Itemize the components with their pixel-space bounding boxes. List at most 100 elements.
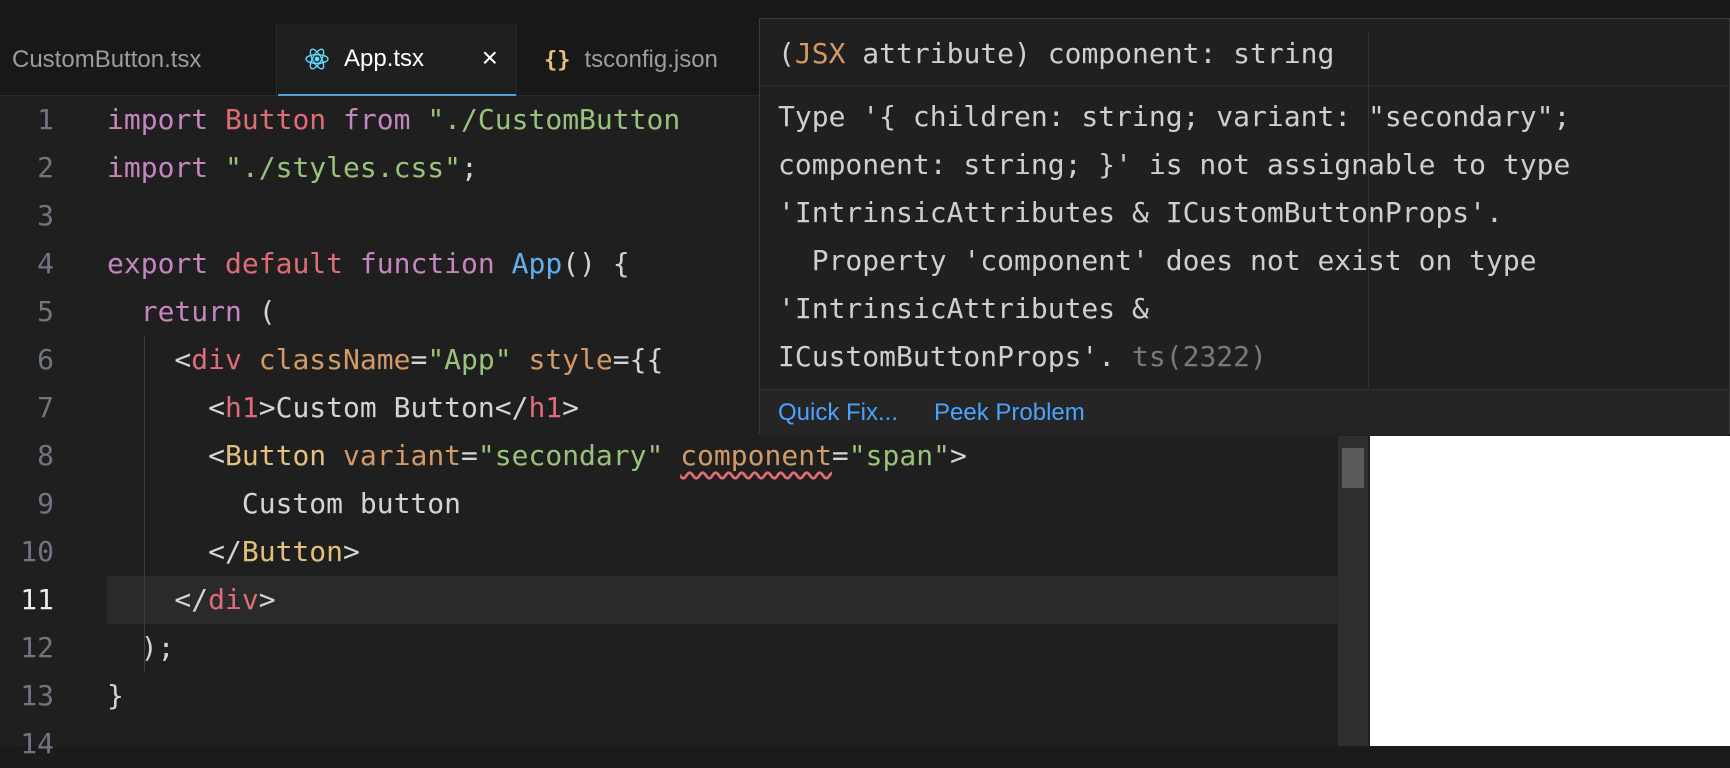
code-line[interactable]: </div>: [107, 576, 276, 624]
code-token: div: [191, 343, 242, 376]
code-token: ;: [461, 151, 478, 184]
code-token: );: [107, 631, 175, 664]
tab-custombutton[interactable]: CustomButton.tsx: [0, 24, 276, 96]
code-token: component: [680, 439, 832, 472]
quick-fix-link[interactable]: Quick Fix...: [778, 390, 898, 436]
code-token: import: [107, 103, 209, 136]
peek-problem-link[interactable]: Peek Problem: [934, 390, 1085, 436]
code-token: default: [225, 247, 344, 280]
code-token: (: [241, 295, 276, 328]
code-token: Button: [225, 439, 327, 472]
line-number: 6: [37, 343, 54, 376]
tab-label: App.tsx: [344, 45, 425, 72]
line-number-gutter: 1 2 3 4 5 6 7 8 9 10 11 12 13 14: [0, 96, 90, 760]
code-token: "App": [427, 343, 512, 376]
error-message-line: ICustomButtonProps'. ts(2322): [778, 340, 1267, 373]
line-number: 9: [37, 487, 54, 520]
code-token: "./CustomButton: [427, 103, 681, 136]
code-token: ={{: [612, 343, 664, 376]
code-token: <: [107, 391, 226, 424]
line-number: 12: [20, 631, 54, 664]
code-token: }: [107, 679, 124, 712]
tab-divider: [276, 24, 277, 96]
error-message-line: 'IntrinsicAttributes & ICustomButtonProp…: [778, 196, 1503, 229]
code-token: from: [343, 103, 411, 136]
code-token: variant: [343, 439, 462, 472]
code-line[interactable]: export default function App() {: [107, 240, 630, 288]
error-message-line: Type '{ children: string; variant: "seco…: [778, 100, 1571, 133]
code-line[interactable]: );: [107, 624, 175, 672]
braces-icon: {}: [544, 47, 571, 73]
indent-guide: [144, 336, 145, 672]
code-token: Button: [225, 103, 327, 136]
scrollbar-thumb[interactable]: [1342, 448, 1364, 488]
hover-separator: [760, 85, 1729, 86]
tab-label: CustomButton.tsx: [12, 46, 202, 73]
hover-signature: (JSX attribute) component: string: [778, 37, 1335, 70]
close-icon[interactable]: ×: [482, 44, 498, 72]
blank-panel: [1370, 436, 1730, 746]
error-message-line: Property 'component' does not exist on t…: [778, 244, 1537, 277]
code-token: </: [107, 583, 209, 616]
code-token: h1: [225, 391, 259, 424]
line-number: 5: [37, 295, 54, 328]
code-line[interactable]: }: [107, 672, 124, 720]
code-token: h1: [528, 391, 563, 424]
code-token: >Custom Button</: [258, 391, 529, 424]
react-icon: [304, 46, 330, 72]
code-line[interactable]: return (: [107, 288, 276, 336]
error-message-line: component: string; }' is not assignable …: [778, 148, 1571, 181]
tab-divider: [516, 24, 517, 96]
code-token: return: [140, 295, 242, 328]
code-token: <: [107, 343, 192, 376]
code-token: div: [208, 583, 259, 616]
error-hover-popup: (JSX attribute) component: string Type '…: [759, 18, 1730, 436]
code-token: >: [258, 583, 276, 616]
code-token: "./styles.css": [225, 151, 462, 184]
code-token: className: [258, 343, 411, 376]
code-token: "secondary": [477, 439, 664, 472]
code-line[interactable]: <Button variant="secondary" component="s…: [107, 432, 967, 480]
error-code: ts(2322): [1115, 340, 1267, 373]
vertical-scrollbar[interactable]: [1338, 436, 1368, 746]
code-line[interactable]: import Button from "./CustomButton: [107, 96, 680, 144]
line-number: 8: [37, 439, 54, 472]
code-line[interactable]: Custom button: [107, 480, 461, 528]
code-line[interactable]: import "./styles.css";: [107, 144, 478, 192]
code-token: =: [831, 439, 849, 472]
line-number: 4: [37, 247, 54, 280]
tab-app[interactable]: App.tsx ×: [278, 24, 516, 96]
line-number: 7: [37, 391, 54, 424]
line-number: 10: [20, 535, 54, 568]
line-number: 11: [20, 583, 54, 616]
code-token: Custom button: [107, 487, 462, 520]
error-message: Type '{ children: string; variant: "seco…: [778, 93, 1570, 381]
code-token: function: [359, 247, 495, 280]
code-token: >: [562, 391, 580, 424]
code-token: =: [461, 439, 478, 472]
code-line[interactable]: <div className="App" style={{: [107, 336, 663, 384]
line-number: 2: [37, 151, 54, 184]
code-token: export: [107, 247, 209, 280]
code-token: <: [107, 439, 226, 472]
line-number: 1: [37, 103, 54, 136]
code-token: App: [511, 247, 563, 280]
code-token: () {: [562, 247, 630, 280]
tab-tsconfig[interactable]: {} tsconfig.json: [518, 24, 778, 96]
error-message-line: 'IntrinsicAttributes &: [778, 292, 1149, 325]
code-line[interactable]: <h1>Custom Button</h1>: [107, 384, 579, 432]
tab-label: tsconfig.json: [584, 46, 718, 73]
code-token: >: [343, 535, 360, 568]
code-token: </: [107, 535, 242, 568]
code-token: style: [528, 343, 613, 376]
